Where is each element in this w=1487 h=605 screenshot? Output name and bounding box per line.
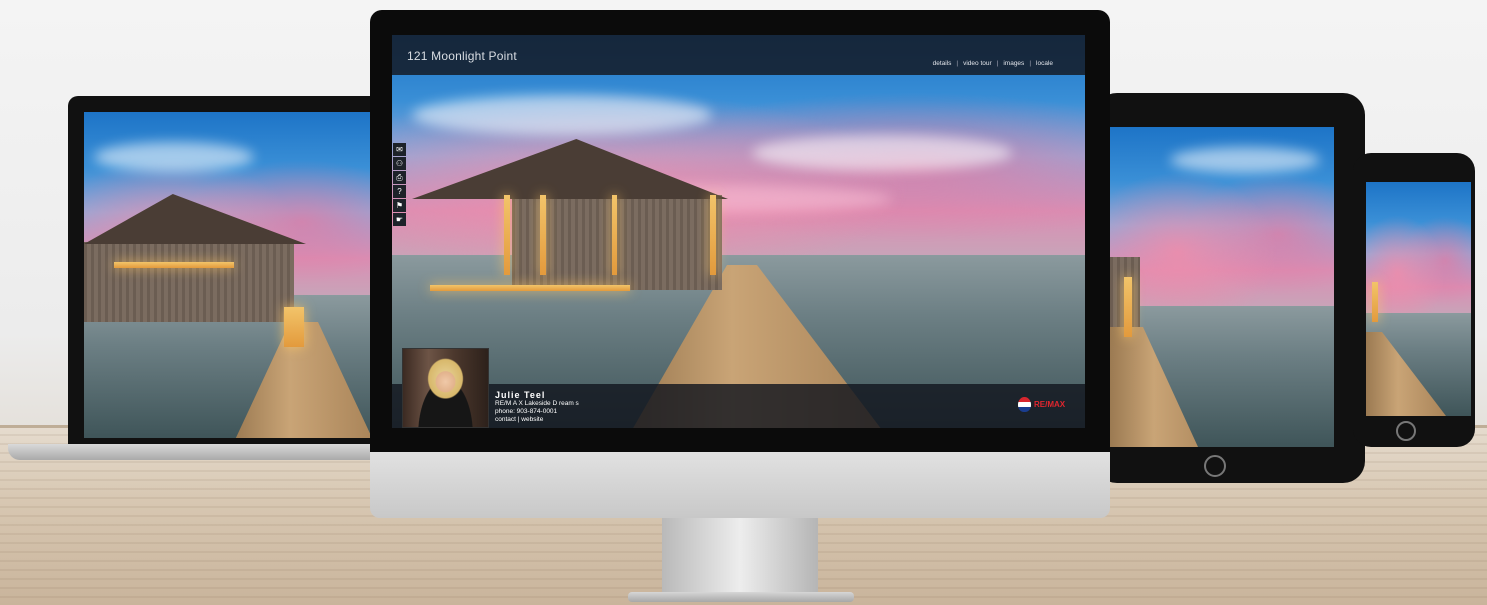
- contact-link[interactable]: contact: [495, 416, 516, 423]
- tablet-home-button[interactable]: [1204, 455, 1226, 477]
- phone-screen: [1366, 182, 1471, 416]
- help-icon[interactable]: ?: [393, 185, 406, 198]
- nav-locale[interactable]: locale: [1036, 60, 1053, 67]
- website-link[interactable]: website: [521, 416, 543, 423]
- imac-foot: [628, 592, 854, 602]
- phone-home-button[interactable]: [1396, 421, 1416, 441]
- imac-chin: [370, 452, 1110, 518]
- nav-separator: |: [956, 60, 959, 67]
- tablet-screen: [1110, 127, 1334, 447]
- brand-logo-text: RE/MAX: [1034, 399, 1066, 409]
- comment-icon[interactable]: ✉: [393, 143, 406, 156]
- listing-nav: details | video tour | images | locale: [933, 60, 1053, 67]
- print-icon[interactable]: ⎙: [393, 171, 406, 184]
- share-icon[interactable]: ⚇: [393, 157, 406, 170]
- sky: [1366, 182, 1471, 314]
- imac-stand: [662, 518, 818, 596]
- brokerage-logo: RE/MAX: [1018, 397, 1065, 412]
- side-toolbar: ✉ ⚇ ⎙ ? ⚑ ☛: [393, 143, 406, 227]
- agent-brokerage: RE/M A X Lakeside D ream s: [495, 400, 579, 407]
- nav-separator: |: [996, 60, 999, 67]
- nav-separator: |: [1029, 60, 1032, 67]
- laptop-base: [8, 444, 388, 460]
- balloon-icon: [1018, 397, 1031, 412]
- agent-name: Julie Teel: [495, 390, 546, 400]
- nav-details[interactable]: details: [933, 60, 952, 67]
- agent-info: Julie Teel RE/M A X Lakeside D ream s ph…: [495, 390, 579, 424]
- nav-video-tour[interactable]: video tour: [963, 60, 992, 67]
- agent-links: contact | website: [495, 416, 579, 424]
- nav-images[interactable]: images: [1003, 60, 1024, 67]
- laptop-screen: [84, 112, 374, 438]
- flag-icon[interactable]: ⚑: [393, 199, 406, 212]
- listing-title: 121 Moonlight Point: [407, 49, 517, 63]
- agent-photo: [402, 348, 489, 428]
- agent-phone: phone: 903-874-0001: [495, 408, 558, 415]
- imac-screen: 121 Moonlight Point details | video tour…: [392, 35, 1085, 428]
- hand-pointer-icon[interactable]: ☛: [393, 213, 406, 226]
